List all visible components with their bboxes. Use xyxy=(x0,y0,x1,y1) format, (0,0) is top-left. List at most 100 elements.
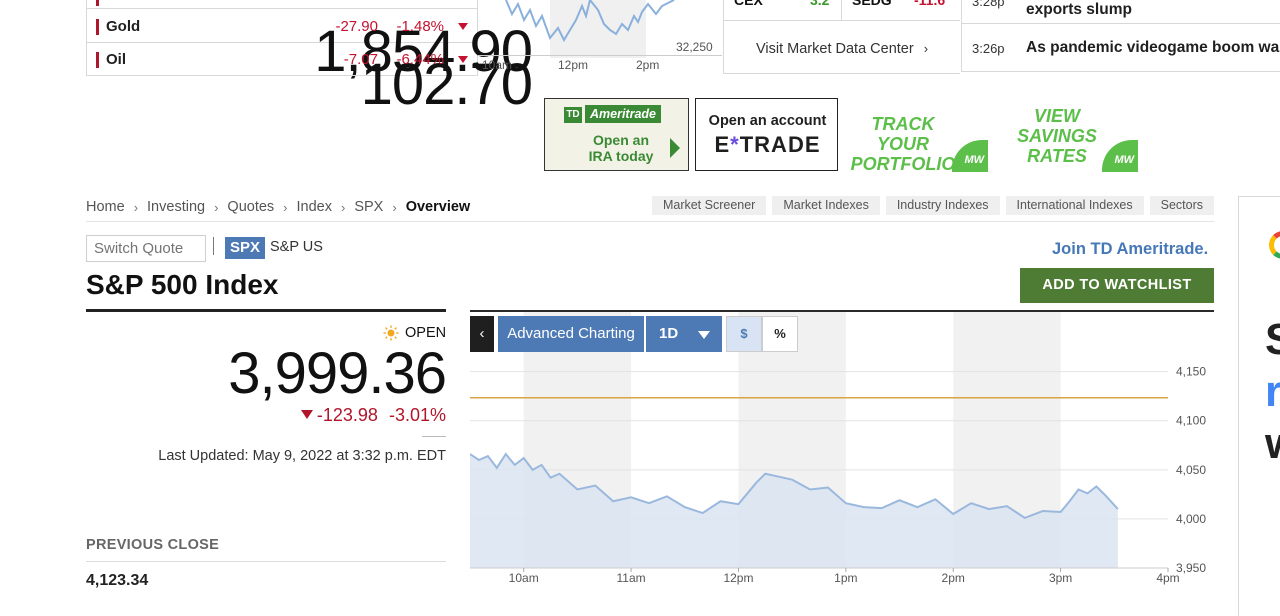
market-screener-link[interactable]: Market Screener xyxy=(651,196,767,215)
chevron-down-icon xyxy=(698,331,710,339)
mover-symbol[interactable]: CEX xyxy=(734,0,763,8)
ad-brand: Ameritrade xyxy=(585,105,661,123)
market-change-pct: -1.48% xyxy=(396,18,444,35)
dollar-toggle[interactable]: $ xyxy=(726,316,762,352)
advanced-charting-button[interactable]: Advanced Charting xyxy=(498,316,644,352)
divider xyxy=(86,8,478,9)
chevron-right-icon: › xyxy=(214,199,219,215)
etrade-logo: E*TRADE xyxy=(696,132,839,158)
index-intraday-chart[interactable]: 4,150 4,100 4,050 4,000 3,950 10am 11am 12pm 1p… xyxy=(470,312,1214,588)
ad-copy: Open an account xyxy=(708,113,827,129)
last-updated: Last Updated: May 9, 2022 at 3:32 p.m. E… xyxy=(158,448,446,464)
symbol-badge: SPX xyxy=(225,237,266,259)
ad-copy: Open an IRA today xyxy=(571,132,671,164)
divider xyxy=(86,561,446,562)
market-status: OPEN xyxy=(383,325,446,341)
breadcrumb-home[interactable]: Home xyxy=(86,199,125,215)
side-ad[interactable]: S r w xyxy=(1238,196,1280,616)
ad-copy: TRACK YOUR PORTFOLIO xyxy=(848,114,958,174)
breadcrumb-current: Overview xyxy=(405,199,471,215)
visit-market-data-link[interactable]: Visit Market Data Center › xyxy=(756,41,928,57)
market-indexes-link[interactable]: Market Indexes xyxy=(772,196,880,215)
mover-symbol[interactable]: SEDG xyxy=(852,0,892,8)
x-tick-label: 12pm xyxy=(723,571,753,585)
divider xyxy=(961,23,1280,24)
change-percent: -3.01% xyxy=(388,405,446,425)
google-logo-icon xyxy=(1269,231,1280,259)
divider xyxy=(86,309,446,312)
quick-links: Market Screener Market Indexes Industry … xyxy=(646,196,1214,215)
td-logo-icon: TD xyxy=(564,107,582,123)
breadcrumb: Home › Investing › Quotes › Index › SPX … xyxy=(86,199,470,215)
previous-close-value: 4,123.34 xyxy=(86,572,149,589)
logo-part: E xyxy=(714,132,731,157)
page-title: S&P 500 Index xyxy=(86,269,279,300)
chevron-right-icon: › xyxy=(283,199,288,215)
x-tick-label: 11am xyxy=(617,571,646,585)
td-ameritrade-ad[interactable]: TD Ameritrade Open an IRA today xyxy=(544,98,689,171)
exchange-label: S&P US xyxy=(270,239,323,255)
view-savings-rates-ad[interactable]: VIEW SAVINGS RATES MW xyxy=(1002,106,1152,176)
market-name[interactable]: Gold xyxy=(106,18,140,35)
percent-toggle[interactable]: % xyxy=(762,316,798,352)
news-headline[interactable]: exports slump xyxy=(1026,1,1132,19)
ad-text: w xyxy=(1265,419,1280,469)
ad-copy-line: IRA today xyxy=(588,148,654,164)
x-axis-labels: 10am 11am 12pm 1pm 2pm 3pm 4pm xyxy=(509,568,1180,585)
switch-quote-input[interactable] xyxy=(86,235,206,262)
mini-index-chart[interactable]: 32,250 xyxy=(478,0,722,58)
mini-chart-x-label: 2pm xyxy=(636,58,660,72)
mover-change: -11.6 xyxy=(914,0,946,8)
ad-copy-line: RATES xyxy=(1027,146,1087,166)
ad-text: r xyxy=(1265,367,1280,417)
market-name[interactable]: Oil xyxy=(106,51,126,68)
etrade-ad[interactable]: Open an account E*TRADE xyxy=(695,98,838,171)
sun-icon xyxy=(383,325,399,341)
breadcrumb-quotes[interactable]: Quotes xyxy=(227,199,274,215)
x-tick-label: 3pm xyxy=(1049,571,1072,585)
breadcrumb-spx[interactable]: SPX xyxy=(354,199,383,215)
y-tick-label: 4,050 xyxy=(1176,463,1206,477)
divider xyxy=(86,221,1214,222)
down-arrow-icon xyxy=(300,410,313,419)
mini-chart-y-label: 32,250 xyxy=(676,40,713,54)
logo-part: TRADE xyxy=(739,132,821,157)
track-portfolio-ad[interactable]: TRACK YOUR PORTFOLIO MW xyxy=(848,114,998,184)
row-marker xyxy=(96,19,99,35)
add-to-watchlist-button[interactable]: ADD TO WATCHLIST xyxy=(1020,268,1214,303)
mini-chart-x-label: 10am xyxy=(482,58,513,72)
row-marker xyxy=(96,0,99,6)
chevron-right-icon: › xyxy=(341,199,346,215)
ad-copy-line: Open an xyxy=(592,132,649,148)
ad-copy-line: TRACK YOUR xyxy=(871,114,935,154)
divider xyxy=(478,55,722,56)
news-headline[interactable]: As pandemic videogame boom wa xyxy=(1026,39,1279,57)
divider xyxy=(841,0,842,20)
ad-text: S xyxy=(1265,315,1280,365)
table-row[interactable]: Gold 1,854.90 -27.90 -1.48% xyxy=(86,10,533,84)
breadcrumb-index[interactable]: Index xyxy=(297,199,332,215)
y-tick-label: 4,000 xyxy=(1176,512,1206,526)
down-arrow-icon xyxy=(458,23,468,30)
breadcrumb-investing[interactable]: Investing xyxy=(147,199,205,215)
industry-indexes-link[interactable]: Industry Indexes xyxy=(885,196,1000,215)
range-dropdown[interactable]: 1D xyxy=(646,316,722,352)
join-td-ameritrade-link[interactable]: Join TD Ameritrade. xyxy=(1052,240,1208,259)
range-label: 1D xyxy=(659,325,679,342)
news-time: 3:26p xyxy=(972,41,1005,56)
previous-close-label: PREVIOUS CLOSE xyxy=(86,537,220,553)
x-tick-label: 4pm xyxy=(1156,571,1179,585)
international-indexes-link[interactable]: International Indexes xyxy=(1005,196,1144,215)
chevron-right-icon: › xyxy=(392,199,397,215)
sectors-link[interactable]: Sectors xyxy=(1149,196,1214,215)
mover-change: 3.2 xyxy=(810,0,830,8)
logo-star-icon: * xyxy=(730,132,740,157)
y-tick-label: 3,950 xyxy=(1176,561,1206,575)
collapse-button[interactable]: ‹ xyxy=(470,316,494,352)
market-change: -7.07 xyxy=(343,51,378,68)
chevron-right-icon: › xyxy=(133,199,139,215)
chevron-right-icon: › xyxy=(923,41,929,56)
news-time: 3:28p xyxy=(972,0,1005,9)
table-row[interactable]: Oil 102.70 -7.07 -6.44% xyxy=(86,43,533,117)
price-change: -123.98 -3.01% xyxy=(240,405,446,426)
